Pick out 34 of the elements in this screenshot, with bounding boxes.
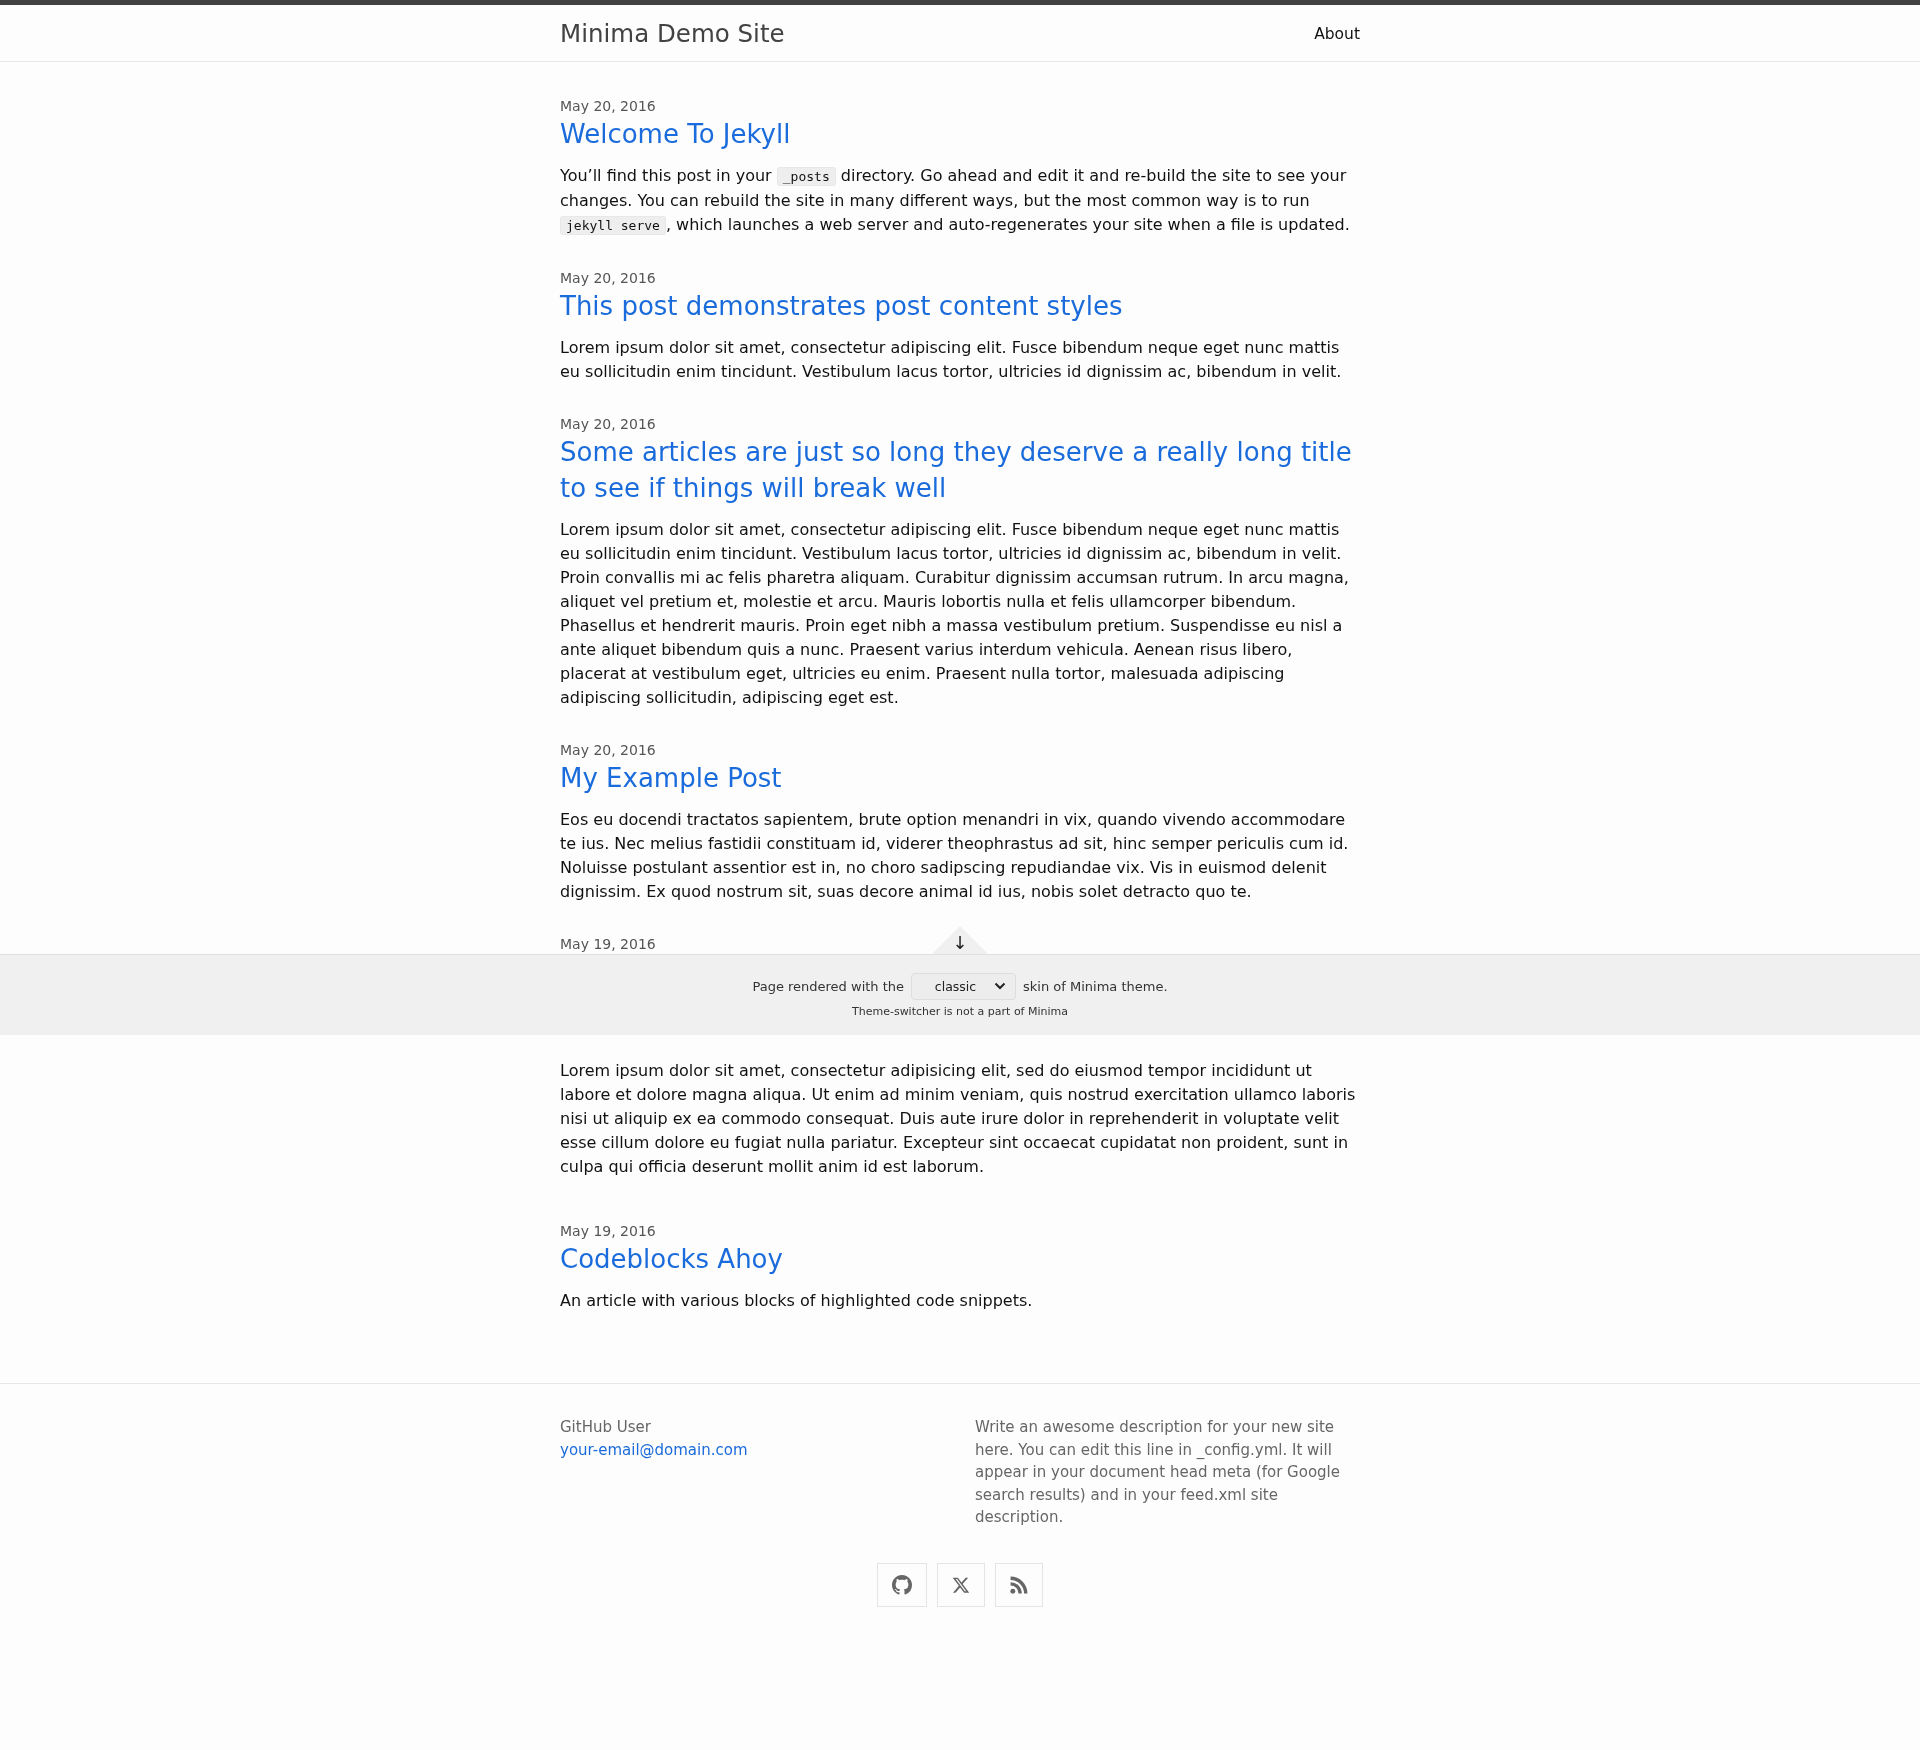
github-icon bbox=[892, 1574, 912, 1595]
social-link[interactable] bbox=[995, 1562, 1043, 1607]
switcher-label: Page rendered with the bbox=[752, 978, 905, 994]
site-title[interactable]: Minima Demo Site bbox=[560, 18, 785, 48]
rss-icon bbox=[1010, 1575, 1028, 1594]
post-title-link[interactable]: Codeblocks Ahoy bbox=[560, 1241, 1360, 1277]
skin-select[interactable]: classic bbox=[911, 972, 1017, 1000]
switcher-note: Theme-switcher is not a part of Minima bbox=[852, 1004, 1068, 1018]
post-title-link[interactable]: This post demonstrates post content styles bbox=[560, 288, 1360, 324]
post-excerpt: Lorem ipsum dolor sit amet, consectetur adipisicing elit, sed do eiusmod tempor incididunt ut labore et dolore magna aliqua. Ut enim ad minim veniam, quis nostrud exercitation ullamco laboris nisi ut aliquip ex ea commodo consequat. Duis aute irure dolor in reprehenderit in voluptate velit esse cillum dolore eu fugiat nulla pariatur. Excepteur sint occaecat cupidatat non proident, sunt in culpa qui officia deserunt mollit anim id est laborum. bbox=[560, 1060, 1357, 1178]
post-excerpt: You’ll find this post in your _posts directory. Go ahead and edit it and re-build the site to see your changes. You can rebuild the site in many different ways, but the most common way is to run jekyll serve , which launches a web server and auto-regenerates your site when a file is updated. bbox=[560, 165, 1351, 237]
post-title-link[interactable]: Welcome To Jekyll bbox=[560, 116, 1360, 152]
theme-switcher-toggle[interactable]: ↓ bbox=[932, 926, 988, 954]
post-excerpt: Lorem ipsum dolor sit amet, consectetur adipiscing elit. Fusce bibendum neque eget nunc mattis eu sollicitudin enim tincidunt. Vestibulum lacus tortor, ultricies id dignissim ac, bibendum in velit. Proin convallis mi ac felis pharetra aliquam. Curabitur dignissim accumsan rutrum. In arcu magna, aliquet vel pretium et, molestie et arcu. Mauris lobortis nulla et felis ullamcorper bibendum. Phasellus et hendrerit mauris. Proin eget nibh a massa vestibulum pretium. Suspendisse eu nisl a ante aliquet bibendum quis a nunc. Praesent varius interdum vehicula. Aenean risus libero, placerat at vestibulum eget, ultricies eu enim. Praesent nulla tortor, malesuada adipiscing adipiscing sollicitudin, adipiscing eget est. bbox=[560, 519, 1350, 709]
post-date: May 20, 2016 bbox=[560, 415, 656, 434]
post-title-link[interactable]: Some articles are just so long they deserve a really long title to see if things will break well bbox=[560, 434, 1360, 506]
social-link[interactable] bbox=[877, 1562, 927, 1607]
post-date: May 20, 2016 bbox=[560, 741, 656, 760]
post-date: May 19, 2016 bbox=[560, 1222, 656, 1241]
post-date: May 20, 2016 bbox=[560, 269, 656, 288]
post-excerpt: Lorem ipsum dolor sit amet, consectetur adipiscing elit. Fusce bibendum neque eget nunc mattis eu sollicitudin enim tincidunt. Vestibulum lacus tortor, ultricies id dignissim ac, bibendum in velit. bbox=[560, 337, 1343, 383]
social-link[interactable] bbox=[937, 1562, 985, 1607]
site-description: Write an awesome description for your new site here. You can edit this line in _config.yml. It will appear in your document head meta (for Google search results) and in your feed.xml site description. bbox=[975, 1417, 1342, 1528]
email-link[interactable]: your-email@domain.com bbox=[560, 1440, 748, 1459]
post-date: May 20, 2016 bbox=[560, 97, 656, 116]
x-logo-icon bbox=[952, 1575, 970, 1594]
nav-link[interactable]: About bbox=[1314, 24, 1360, 43]
chevron-down-icon bbox=[994, 982, 1007, 990]
post-excerpt: An article with various blocks of highlighted code snippets. bbox=[560, 1290, 1034, 1312]
post-title-link[interactable]: My Example Post bbox=[560, 760, 1360, 796]
switcher-label: skin of Minima theme. bbox=[1023, 978, 1168, 994]
post-excerpt: Eos eu docendi tractatos sapientem, brute option menandri in vix, quando vivendo accommodare te ius. Nec melius fastidii constituam id, viderer theophrastus ad sit, hinc semper periculis cum id. Noluisse postulant assentior est in, no choro sadipscing repudiandae vix. Vis in euismod delenit dignissim. Ex quod nostrum sit, suas decore animal id ius, nobis solet detracto quo te. bbox=[560, 809, 1350, 903]
footer-author: GitHub User bbox=[560, 1417, 652, 1438]
post-date: May 19, 2016 bbox=[560, 935, 656, 954]
